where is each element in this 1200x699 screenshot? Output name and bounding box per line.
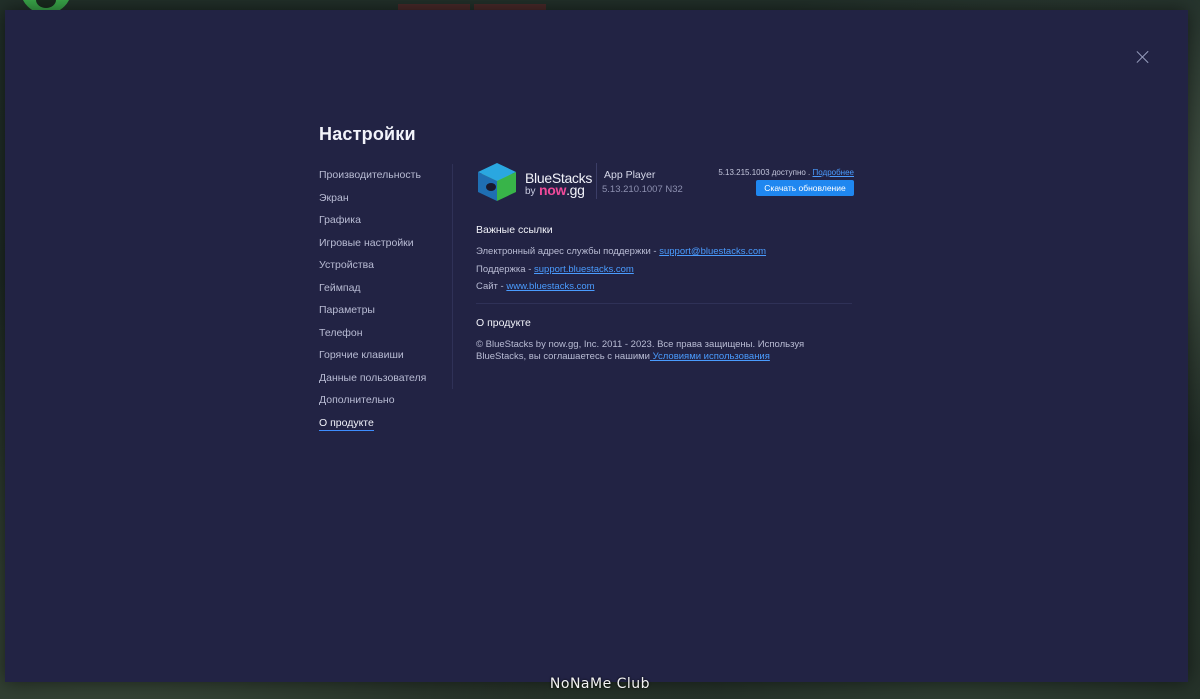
update-more-link[interactable]: Подробнее [813,168,855,177]
about-panel: BlueStacks by now.gg App Player 5.13.210… [476,161,856,363]
app-player-title: App Player [604,169,656,181]
close-icon[interactable] [1136,50,1150,64]
sidebar-item-phone[interactable]: Телефон [319,324,459,347]
copyright-line-2: BlueStacks, вы соглашаетесь с нашими [476,350,650,362]
support-email-label: Электронный адрес службы поддержки - [476,246,660,257]
watermark: NоNаMе Club [549,676,651,692]
app-version: 5.13.210.1007 N32 [602,184,683,195]
sidebar-item-devices[interactable]: Устройства [319,256,459,279]
copyright-line-1: © BlueStacks by now.gg, Inc. 2011 - 2023… [476,338,805,350]
sidebar-item-display[interactable]: Экран [319,189,459,212]
update-version-text: 5.13.215.1003 доступно . [718,168,811,177]
settings-sidebar: Производительность Экран Графика Игровые… [319,166,459,436]
brand-by: by [525,186,536,197]
header-separator [596,163,597,199]
sidebar-item-about[interactable]: О продукте [319,414,459,437]
bluestacks-logo-icon [478,163,516,201]
brand-gg: .gg [566,182,585,198]
copyright-text: © BlueStacks by now.gg, Inc. 2011 - 2023… [476,339,836,363]
download-update-button[interactable]: Скачать обновление [756,180,854,196]
sidebar-item-gamepad[interactable]: Геймпад [319,279,459,302]
brand-nowgg: now.gg [539,182,585,198]
sidebar-divider [452,164,453,389]
sidebar-item-game-settings[interactable]: Игровые настройки [319,234,459,257]
links-section-title: Важные ссылки [476,224,553,236]
page-title: Настройки [319,124,416,144]
settings-dialog: Настройки Производительность Экран Графи… [5,10,1188,682]
support-email-link[interactable]: support@bluestacks.com [659,246,766,257]
sidebar-item-graphics[interactable]: Графика [319,211,459,234]
support-email-row: Электронный адрес службы поддержки - sup… [476,245,856,263]
sidebar-item-parameters[interactable]: Параметры [319,301,459,324]
site-row: Сайт - www.bluestacks.com [476,280,856,298]
update-available: 5.13.215.1003 доступно . Подробнее [716,168,854,177]
about-section-title: О продукте [476,316,531,329]
sidebar-item-performance[interactable]: Производительность [319,166,459,189]
section-divider [476,302,852,304]
website-link[interactable]: www.bluestacks.com [506,281,594,292]
brand-now: now [539,182,567,198]
support-label: Поддержка - [476,263,535,275]
support-site-link[interactable]: support.bluestacks.com [534,264,634,275]
site-label: Сайт - [476,281,507,292]
sidebar-item-user-data[interactable]: Данные пользователя [319,369,459,392]
terms-of-use-link[interactable]: Условиями использования [650,351,770,362]
support-row: Поддержка - support.bluestacks.com [476,263,856,281]
product-header: BlueStacks by now.gg App Player 5.13.210… [476,161,856,206]
sidebar-item-advanced[interactable]: Дополнительно [319,391,459,414]
sidebar-item-hotkeys[interactable]: Горячие клавиши [319,346,459,369]
